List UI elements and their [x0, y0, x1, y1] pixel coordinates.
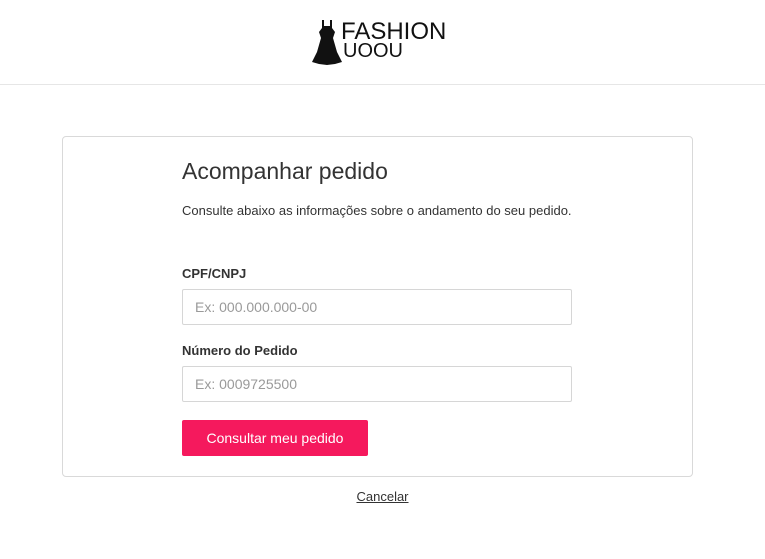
logo-wordmark-bottom: UOOU [343, 40, 403, 62]
page-title: Acompanhar pedido [182, 158, 388, 184]
brand-logo[interactable]: FASHION UOOU [311, 16, 451, 68]
cancel-link[interactable]: Cancelar [356, 489, 408, 504]
cpf-label: CPF/CNPJ [182, 266, 247, 281]
dress-icon [311, 18, 343, 66]
page-description: Consulte abaixo as informações sobre o a… [182, 203, 572, 218]
order-number-input[interactable] [182, 366, 572, 402]
order-number-label: Número do Pedido [182, 343, 298, 358]
submit-button[interactable]: Consultar meu pedido [182, 420, 368, 456]
site-header: FASHION UOOU [0, 0, 765, 85]
cancel-row: Cancelar [0, 489, 765, 505]
cpf-input[interactable] [182, 289, 572, 325]
